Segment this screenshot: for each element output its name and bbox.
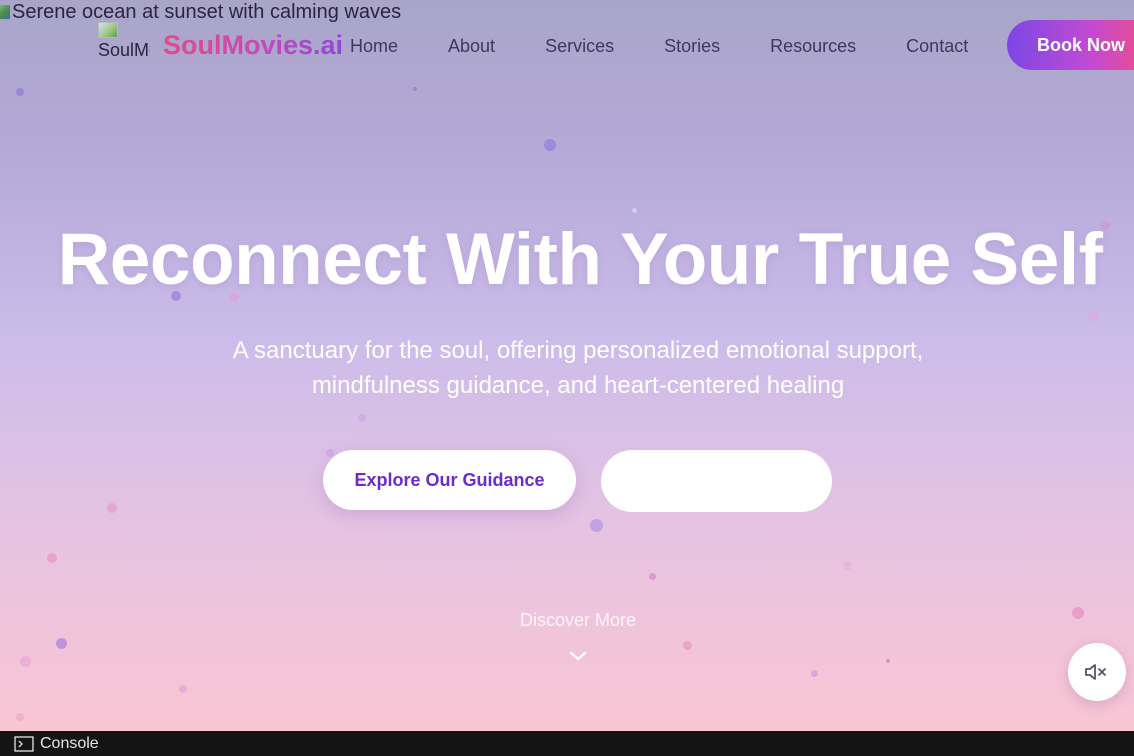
nav-link-home[interactable]: Home <box>350 36 398 57</box>
logo-alt-text: SoulMovies.ai Logo <box>98 40 150 60</box>
devtools-console-bar[interactable]: Console <box>0 731 1134 756</box>
console-label[interactable]: Console <box>40 735 99 753</box>
navbar: SoulMovies.ai Logo SoulMovies.ai Home Ab… <box>0 14 1134 80</box>
nav-link-resources[interactable]: Resources <box>770 36 856 57</box>
hero-subtitle: A sanctuary for the soul, offering perso… <box>232 337 924 399</box>
particle <box>590 519 603 532</box>
particle <box>179 685 187 693</box>
discover-more-label[interactable]: Discover More <box>478 610 678 631</box>
particle <box>326 449 334 457</box>
chevron-down-icon[interactable] <box>568 646 588 666</box>
particle <box>16 88 24 96</box>
nav-link-stories[interactable]: Stories <box>664 36 720 57</box>
nav-link-contact[interactable]: Contact <box>906 36 968 57</box>
particle <box>1088 311 1098 321</box>
particle <box>843 561 852 570</box>
particle <box>16 713 24 721</box>
particle <box>47 553 57 563</box>
particle <box>413 87 417 91</box>
particle <box>649 573 656 580</box>
broken-image-icon <box>98 22 118 38</box>
logo[interactable]: SoulMovies.ai Logo <box>98 22 150 68</box>
particle <box>886 659 890 663</box>
particle <box>107 503 117 513</box>
particle <box>544 139 556 151</box>
particle <box>1072 607 1084 619</box>
explore-guidance-button[interactable]: Explore Our Guidance <box>323 450 576 510</box>
secondary-cta-button[interactable] <box>601 450 832 512</box>
terminal-icon <box>14 735 34 752</box>
nav-link-about[interactable]: About <box>448 36 495 57</box>
particle <box>358 414 366 422</box>
particle <box>811 670 818 677</box>
particle <box>1010 111 1020 121</box>
particle <box>632 208 637 213</box>
nav-links: Home About Services Stories Resources Co… <box>350 36 1018 57</box>
book-now-button[interactable]: Book Now <box>1007 20 1134 70</box>
hero-headline: Reconnect With Your True Self <box>57 219 1103 300</box>
brand-name[interactable]: SoulMovies.ai <box>163 30 343 61</box>
hero-section: Serene ocean at sunset with calming wave… <box>0 0 1134 731</box>
speaker-muted-icon <box>1085 664 1106 680</box>
mute-toggle-button[interactable] <box>1068 643 1126 701</box>
particle <box>20 656 31 667</box>
particle <box>683 641 692 650</box>
particle <box>56 638 67 649</box>
nav-link-services[interactable]: Services <box>545 36 614 57</box>
